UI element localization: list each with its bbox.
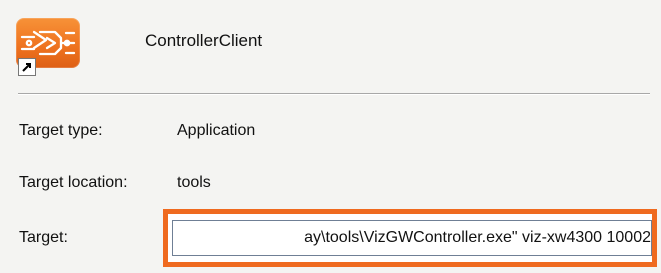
target-location-label: Target location: <box>19 174 128 191</box>
target-field-highlight <box>163 209 657 267</box>
target-label: Target: <box>19 229 68 246</box>
target-type-value: Application <box>177 122 256 139</box>
app-icon-container <box>16 18 86 76</box>
target-location-value: tools <box>177 174 211 191</box>
shortcut-arrow-icon <box>18 58 36 76</box>
target-type-label: Target type: <box>19 122 103 139</box>
section-divider <box>18 93 650 95</box>
shortcut-properties-panel: ControllerClient Target type: Applicatio… <box>0 0 661 273</box>
app-name: ControllerClient <box>145 31 263 50</box>
target-input[interactable] <box>172 220 652 256</box>
